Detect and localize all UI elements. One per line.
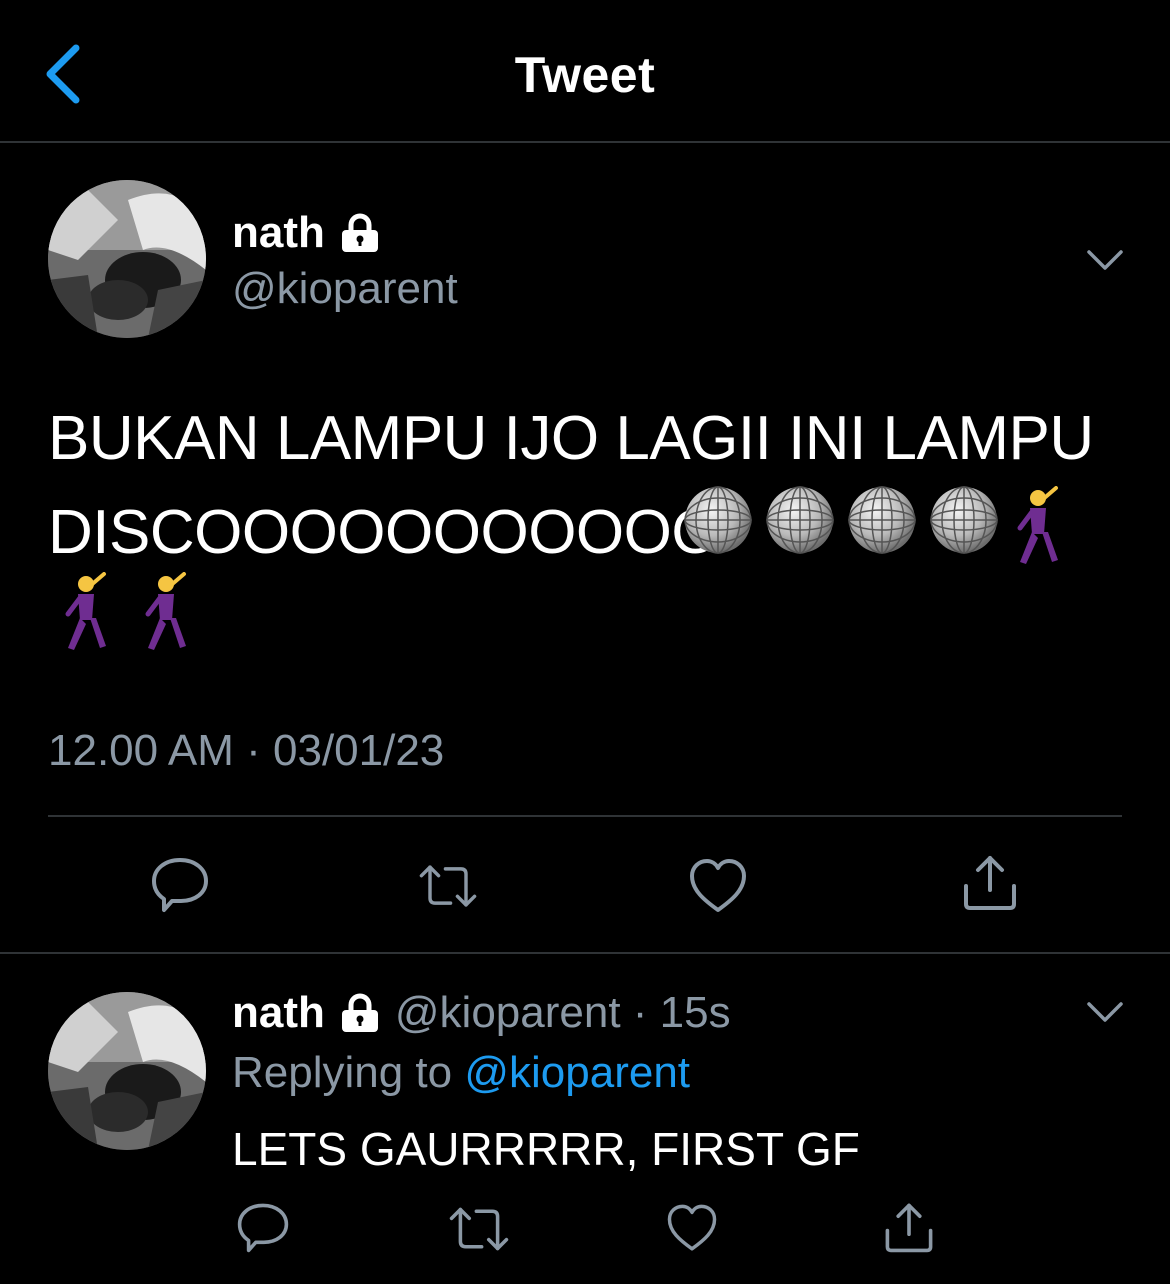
author-name-text: nath (232, 208, 325, 257)
reply-author-avatar[interactable] (48, 992, 206, 1150)
reply-text: LETS GAURRRRR, FIRST GF (232, 1123, 860, 1175)
emoji-row-1 (684, 486, 1066, 566)
heart-icon[interactable] (688, 856, 748, 916)
man-dancing-emoji (145, 572, 186, 650)
author-avatar[interactable] (48, 180, 206, 338)
reply-author-handle[interactable]: @kioparent (395, 988, 621, 1038)
divider (48, 815, 1122, 817)
heart-icon[interactable] (666, 1202, 718, 1254)
man-dancing-emoji (1017, 486, 1058, 564)
separator-dot: · (620, 988, 660, 1037)
mirror-ball-emoji (766, 486, 834, 554)
reply-icon[interactable] (150, 854, 210, 914)
author-handle[interactable]: @kioparent (232, 264, 458, 314)
reply-age: 15s (659, 988, 731, 1037)
tweet-text-line1: BUKAN LAMPU IJO LAGII INI LAMPU (48, 404, 1094, 473)
replying-to: Replying to @kioparent (232, 1048, 690, 1098)
reply-icon[interactable] (236, 1200, 290, 1254)
mirror-ball-emoji (848, 486, 916, 554)
replying-to-mention[interactable]: @kioparent (464, 1048, 690, 1097)
section-divider (0, 952, 1170, 954)
reply-author-name[interactable]: nath (232, 988, 325, 1038)
replying-to-label: Replying to (232, 1048, 465, 1097)
man-dancing-emoji (65, 572, 106, 650)
mirror-ball-emoji (930, 486, 998, 554)
chevron-down-icon[interactable] (1085, 1000, 1125, 1024)
tweet-timestamp: 12.00 AM · 03/01/23 (48, 726, 445, 775)
share-icon[interactable] (882, 1200, 936, 1254)
lock-icon (341, 993, 378, 1032)
page-title: Tweet (514, 47, 656, 103)
chevron-down-icon[interactable] (1085, 248, 1125, 272)
lock-icon (341, 213, 378, 252)
retweet-icon[interactable] (448, 1202, 510, 1256)
emoji-row-2 (60, 572, 194, 652)
reply-header: nath @kioparent · 15s (232, 988, 731, 1038)
mirror-ball-emoji (684, 486, 752, 554)
avatar-image (48, 180, 206, 338)
author-name[interactable]: nath (232, 208, 381, 258)
avatar-image (48, 992, 206, 1150)
share-icon[interactable] (960, 852, 1020, 912)
top-bar: Tweet (0, 0, 1170, 143)
retweet-icon[interactable] (418, 856, 478, 916)
